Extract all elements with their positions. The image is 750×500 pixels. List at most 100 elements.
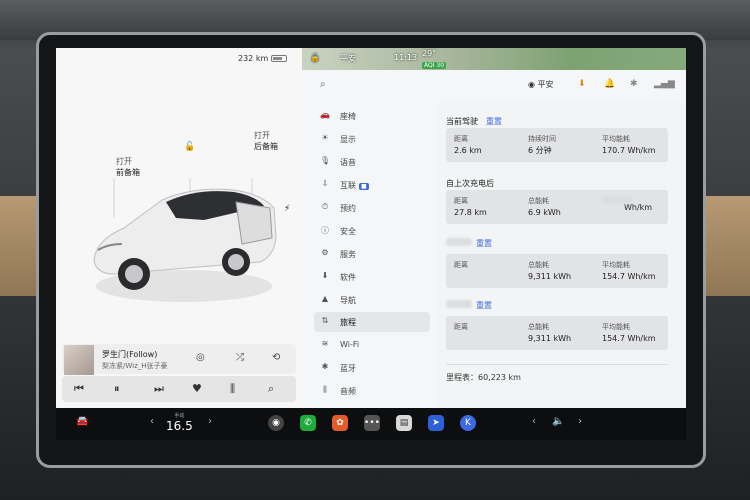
trips-panel: 当前驾驶 重置 距离 2.6 km 持续时间 6 分钟 平均能耗 170.7 Wh/km… [438, 102, 686, 408]
trunk-label: 后备箱 [254, 142, 278, 151]
cell-value: 6.9 kWh [528, 208, 561, 217]
menu-label: 旅程 [340, 318, 356, 327]
blurred-label [602, 196, 632, 204]
search-icon[interactable]: ⌕ [320, 79, 326, 90]
lock-icon[interactable]: 🔓 [184, 142, 195, 152]
cell-label: 平均能耗 [602, 135, 630, 143]
status-bar: 🔒 平安 11:13 29° AQI 30 [302, 48, 686, 70]
current-drive-card: 距离 2.6 km 持续时间 6 分钟 平均能耗 170.7 Wh/km [446, 128, 668, 162]
menu-item-schedule[interactable]: ⏱ 预约 [314, 198, 430, 218]
search-icon[interactable]: ⌕ [268, 382, 274, 396]
menu-item-software[interactable]: ⬇ 软件 [314, 267, 430, 287]
cell-value: 170.7 Wh/km [602, 146, 656, 155]
download-icon[interactable]: ⬇ [578, 79, 586, 89]
wifi-icon: ≋ [321, 339, 329, 348]
bluetooth-icon: ✱ [321, 362, 329, 371]
settings-header: ⌕ ◉ 平安 ⬇ 🔔 ✱ ▂▄▆ [302, 70, 686, 102]
menu-label: 座椅 [340, 112, 356, 121]
distance-cell: 距离 27.8 km [454, 195, 487, 219]
touchscreen: 232 km 打开 前备箱 打开 后备箱 🔓 ⚡ 罗生门(Follow) 梨冻紧… [56, 48, 686, 408]
audio-icon: ⫼ [323, 385, 327, 394]
status-user[interactable]: 平安 [340, 53, 356, 64]
settings-menu: 🚗 座椅 ☀ 显示 🎙 语音 ⇩ 互联 ■ ⏱ 预约 ⓘ 安全 ⚙ 服务 ⬇ 软件 ▲ 导航 ⇅ 旅程… [302, 102, 438, 408]
avg-cell: 平均能耗 154.7 Wh/km [602, 321, 656, 345]
temp-up-icon[interactable]: › [208, 416, 212, 427]
lock-status-icon[interactable]: 🔒 [310, 53, 320, 62]
safety-icon: ⓘ [321, 226, 329, 235]
menu-label: 蓝牙 [340, 364, 356, 373]
energy-cell: 总能耗 9,311 kWh [528, 259, 571, 283]
menu-item-safety[interactable]: ⓘ 安全 [314, 221, 430, 241]
trip-b-header: 重置 [468, 300, 492, 311]
volume-down-icon[interactable]: ‹ [532, 416, 536, 427]
pause-icon[interactable]: ⏸ [114, 382, 120, 396]
frunk-action: 打开 [116, 157, 132, 166]
volume-icon[interactable]: 🔈 [552, 416, 564, 427]
status-time: 11:13 [394, 53, 418, 62]
energy-cell: 总能耗 6.9 kWh [528, 195, 561, 219]
energy-cell: 总能耗 9,311 kWh [528, 321, 571, 345]
menu-label: 安全 [340, 227, 356, 236]
more-icon[interactable]: ••• [364, 415, 380, 431]
toybox-icon[interactable]: ✿ [332, 415, 348, 431]
menu-item-seats[interactable]: 🚗 座椅 [314, 106, 430, 126]
frunk-label: 前备箱 [116, 168, 140, 177]
charge-port-icon[interactable]: ⚡ [284, 204, 293, 214]
menu-item-audio[interactable]: ⫼ 音频 [314, 381, 430, 401]
car-model-image [93, 178, 277, 302]
status-temp: 29° [422, 49, 437, 58]
software-icon: ⬇ [321, 271, 329, 280]
menu-item-voice[interactable]: 🎙 语音 [314, 152, 430, 172]
signal-icon: ▂▄▆ [654, 79, 675, 89]
equalizer-icon[interactable]: ⫼ [230, 382, 235, 396]
car-icon[interactable]: 🚘 [76, 416, 88, 427]
cell-label: 距离 [454, 323, 468, 331]
album-art [64, 345, 94, 375]
menu-item-wifi[interactable]: ≋ Wi-Fi [314, 335, 430, 355]
repeat-icon[interactable]: ⟲ [272, 352, 280, 363]
next-icon[interactable]: ⏭ [154, 382, 164, 396]
menu-label: 音频 [340, 387, 356, 396]
volume-up-icon[interactable]: › [578, 416, 582, 427]
menu-item-bluetooth[interactable]: ✱ 蓝牙 [314, 358, 430, 378]
cell-label: 平均能耗 [602, 323, 630, 331]
notes-icon[interactable]: ▤ [396, 415, 412, 431]
camera-icon[interactable]: ◉ [268, 415, 284, 431]
bluetooth-icon[interactable]: ✱ [630, 79, 638, 89]
media-player[interactable]: 罗生门(Follow) 梨冻紧/Wiz_H张子豪 ◎ ⤮ ⟲ [62, 344, 296, 375]
shuffle-icon[interactable]: ⤮ [236, 352, 244, 363]
temp-value: 16.5 [166, 419, 193, 433]
section-since-charge: 自上次充电后 [446, 179, 494, 188]
cell-label: 距离 [454, 135, 468, 143]
bottom-dock: 🚘 ‹ 手动 16.5 › ◉ ✆ ✿ ••• ▤ ➤ K ‹ 🔈 › [56, 408, 686, 440]
avg-cell: 平均能耗 170.7 Wh/km [602, 133, 656, 157]
reset-button[interactable]: 重置 [476, 239, 492, 248]
range-readout: 232 km [238, 54, 288, 63]
heart-icon[interactable]: ♥ [192, 382, 202, 395]
previous-icon[interactable]: ⏮ [74, 382, 84, 396]
reset-button[interactable]: 重置 [486, 117, 502, 126]
trunk-toggle[interactable]: 打开 后备箱 [254, 130, 278, 152]
bell-icon[interactable]: 🔔 [604, 79, 615, 89]
user-profile[interactable]: ◉ 平安 [528, 79, 554, 90]
climate-temp[interactable]: 手动 16.5 [166, 412, 193, 433]
radio-icon[interactable]: ◎ [196, 352, 205, 363]
trips-icon: ⇅ [321, 316, 329, 325]
temp-down-icon[interactable]: ‹ [150, 416, 154, 427]
menu-label: 显示 [340, 135, 356, 144]
wood-trim-left [0, 196, 38, 296]
car-interior: 232 km 打开 前备箱 打开 后备箱 🔓 ⚡ 罗生门(Follow) 梨冻紧… [0, 0, 750, 500]
menu-item-service[interactable]: ⚙ 服务 [314, 244, 430, 264]
cell-value: 27.8 km [454, 208, 487, 217]
k-app-icon[interactable]: K [460, 415, 476, 431]
frunk-toggle[interactable]: 打开 前备箱 [116, 156, 140, 178]
menu-item-navigation[interactable]: ▲ 导航 [314, 290, 430, 310]
distance-cell: 距离 [454, 321, 468, 333]
phone-icon[interactable]: ✆ [300, 415, 316, 431]
navigation-app-icon[interactable]: ➤ [428, 415, 444, 431]
section-current-drive: 当前驾驶 重置 [446, 116, 502, 127]
menu-item-trips[interactable]: ⇅ 旅程 [314, 312, 430, 332]
menu-item-display[interactable]: ☀ 显示 [314, 129, 430, 149]
menu-item-connectivity[interactable]: ⇩ 互联 ■ [314, 175, 430, 195]
reset-button[interactable]: 重置 [476, 301, 492, 310]
